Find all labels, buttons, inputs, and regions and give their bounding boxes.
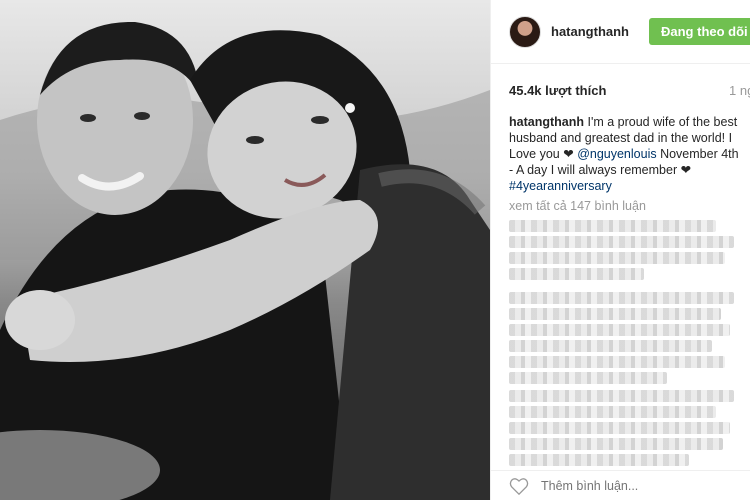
likes-count[interactable]: 45.4k lượt thích bbox=[509, 83, 606, 98]
heart-icon[interactable] bbox=[509, 477, 529, 495]
avatar[interactable] bbox=[509, 16, 541, 48]
photo-illustration bbox=[0, 0, 490, 500]
blurred-comment bbox=[509, 292, 734, 388]
view-all-comments-link[interactable]: xem tất cả 147 bình luận bbox=[509, 199, 646, 213]
caption-mention[interactable]: @nguyenlouis bbox=[577, 147, 656, 161]
header-username[interactable]: hatangthanh bbox=[551, 24, 629, 39]
blurred-comment bbox=[509, 220, 734, 284]
caption-hashtag[interactable]: #4yearanniversary bbox=[509, 179, 612, 193]
caption-username[interactable]: hatangthanh bbox=[509, 115, 584, 129]
blurred-comment bbox=[509, 390, 734, 470]
post-caption: hatangthanh I'm a proud wife of the best… bbox=[509, 114, 741, 194]
heart-emoji: ❤ bbox=[563, 147, 574, 161]
add-comment-input[interactable] bbox=[541, 477, 741, 495]
post-time[interactable]: 1 ngày bbox=[729, 83, 750, 98]
post-photo[interactable] bbox=[0, 0, 490, 500]
heart-emoji-2: ❤ bbox=[680, 163, 692, 177]
following-button[interactable]: Đang theo dõi bbox=[649, 18, 750, 45]
post-side-panel: hatangthanh Đang theo dõi 45.4k lượt thí… bbox=[490, 0, 750, 500]
post-header: hatangthanh Đang theo dõi bbox=[491, 0, 750, 64]
post-footer bbox=[491, 470, 750, 500]
